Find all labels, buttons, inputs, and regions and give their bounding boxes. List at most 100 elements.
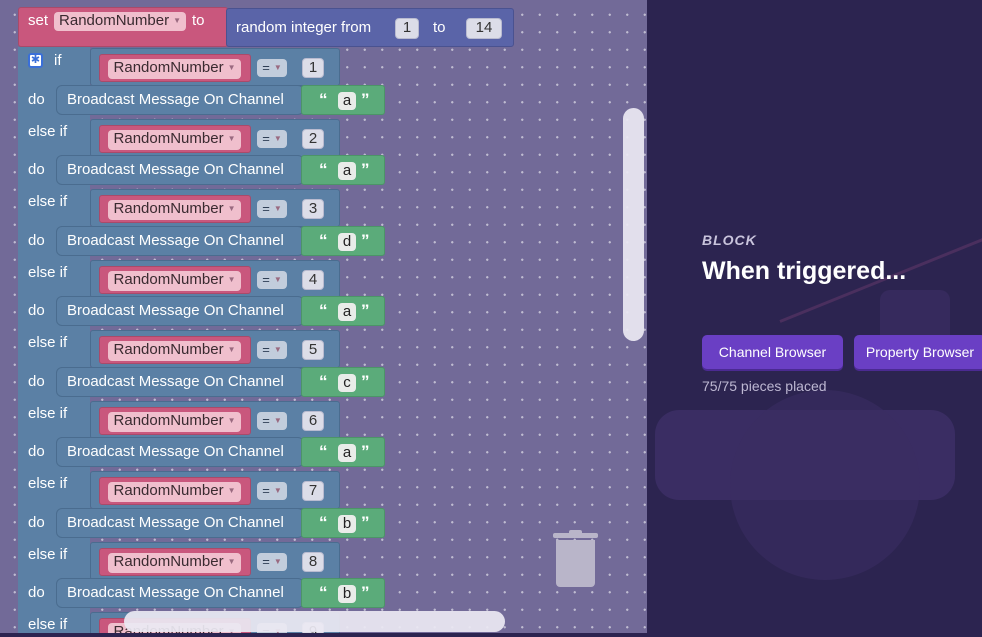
block-workspace[interactable]: set RandomNumber ▼ to random integer from 1 to… <box>0 0 647 633</box>
compare-block[interactable]: RandomNumber ▼ = ▼ 8 <box>90 542 340 580</box>
compare-value-field[interactable]: 1 <box>302 58 324 78</box>
dropdown-arrow-icon: ▼ <box>273 275 282 284</box>
variable-dropdown[interactable]: RandomNumber▼ <box>108 130 241 150</box>
text-block[interactable]: “ b ” <box>301 508 385 538</box>
dropdown-arrow-icon: ▼ <box>273 134 282 143</box>
vertical-scrollbar[interactable] <box>623 108 644 341</box>
text-value-field[interactable]: a <box>338 162 356 180</box>
else-if-label: else if <box>28 193 68 210</box>
do-label: do <box>28 302 45 319</box>
variable-dropdown[interactable]: RandomNumber▼ <box>108 553 241 573</box>
operator-symbol: = <box>262 483 270 498</box>
operator-dropdown[interactable]: =▼ <box>257 341 287 359</box>
variable-dropdown[interactable]: RandomNumber▼ <box>108 341 241 361</box>
compare-value-field[interactable]: 3 <box>302 199 324 219</box>
broadcast-block[interactable]: Broadcast Message On Channel <box>56 508 304 538</box>
text-value-field[interactable]: d <box>338 233 356 251</box>
text-block[interactable]: “ a ” <box>301 437 385 467</box>
compare-value-field[interactable]: 4 <box>302 270 324 290</box>
operator-dropdown[interactable]: =▼ <box>257 271 287 289</box>
set-variable-block[interactable]: set RandomNumber ▼ to <box>18 7 228 47</box>
else-if-label: else if <box>28 616 68 633</box>
operator-dropdown[interactable]: =▼ <box>257 200 287 218</box>
variable-block[interactable]: RandomNumber▼ <box>99 195 251 223</box>
close-quote-icon: ” <box>361 372 370 391</box>
variable-block[interactable]: RandomNumber▼ <box>99 407 251 435</box>
variable-dropdown[interactable]: RandomNumber▼ <box>108 271 241 291</box>
random-from-field[interactable]: 1 <box>395 18 419 39</box>
compare-value-field[interactable]: 5 <box>302 340 324 360</box>
compare-block[interactable]: RandomNumber ▼ = ▼ 4 <box>90 260 340 298</box>
dropdown-arrow-icon: ▼ <box>273 557 282 566</box>
text-value-field[interactable]: a <box>338 303 356 321</box>
variable-dropdown[interactable]: RandomNumber▼ <box>108 412 241 432</box>
operator-symbol: = <box>262 342 270 357</box>
variable-block[interactable]: RandomNumber▼ <box>99 548 251 576</box>
compare-value-field[interactable]: 8 <box>302 552 324 572</box>
dropdown-arrow-icon: ▼ <box>273 204 282 213</box>
broadcast-label: Broadcast Message On Channel <box>67 302 284 319</box>
compare-block[interactable]: RandomNumber ▼ = ▼ 3 <box>90 189 340 227</box>
variable-block[interactable]: RandomNumber▼ <box>99 125 251 153</box>
gear-icon[interactable]: ✱ <box>28 53 43 68</box>
panel-kicker: BLOCK <box>702 232 757 248</box>
variable-dropdown[interactable]: RandomNumber▼ <box>108 200 241 220</box>
compare-block[interactable]: RandomNumber ▼ = ▼ 1 <box>90 48 340 86</box>
random-label: random integer from <box>236 19 372 36</box>
compare-block[interactable]: RandomNumber ▼ = ▼ 6 <box>90 401 340 439</box>
dropdown-arrow-icon: ▼ <box>273 416 282 425</box>
text-block[interactable]: “ a ” <box>301 296 385 326</box>
variable-block[interactable]: RandomNumber▼ <box>99 266 251 294</box>
broadcast-label: Broadcast Message On Channel <box>67 514 284 531</box>
broadcast-block[interactable]: Broadcast Message On Channel <box>56 226 304 256</box>
variable-name: RandomNumber <box>113 412 224 429</box>
dropdown-arrow-icon: ▼ <box>173 16 181 25</box>
text-block[interactable]: “ d ” <box>301 226 385 256</box>
operator-dropdown[interactable]: =▼ <box>257 59 287 77</box>
text-value-field[interactable]: a <box>338 92 356 110</box>
text-value-field[interactable]: b <box>338 585 356 603</box>
operator-dropdown[interactable]: =▼ <box>257 482 287 500</box>
compare-block[interactable]: RandomNumber ▼ = ▼ 5 <box>90 330 340 368</box>
text-value-field[interactable]: a <box>338 444 356 462</box>
horizontal-scrollbar[interactable] <box>124 611 505 632</box>
variable-dropdown[interactable]: RandomNumber▼ <box>108 59 241 79</box>
broadcast-block[interactable]: Broadcast Message On Channel <box>56 296 304 326</box>
broadcast-block[interactable]: Broadcast Message On Channel <box>56 155 304 185</box>
operator-symbol: = <box>262 413 270 428</box>
variable-block[interactable]: RandomNumber▼ <box>99 54 251 82</box>
broadcast-block[interactable]: Broadcast Message On Channel <box>56 367 304 397</box>
random-to-field[interactable]: 14 <box>466 18 502 39</box>
compare-value-field[interactable]: 7 <box>302 481 324 501</box>
else-if-label: else if <box>28 123 68 140</box>
property-browser-button[interactable]: Property Browser <box>854 335 982 369</box>
operator-symbol: = <box>262 201 270 216</box>
compare-block[interactable]: RandomNumber ▼ = ▼ 7 <box>90 471 340 509</box>
broadcast-block[interactable]: Broadcast Message On Channel <box>56 437 304 467</box>
variable-block[interactable]: RandomNumber▼ <box>99 477 251 505</box>
text-block[interactable]: “ a ” <box>301 85 385 115</box>
operator-dropdown[interactable]: =▼ <box>257 553 287 571</box>
variable-dropdown[interactable]: RandomNumber▼ <box>54 12 186 31</box>
operator-symbol: = <box>262 60 270 75</box>
compare-value-field[interactable]: 6 <box>302 411 324 431</box>
broadcast-block[interactable]: Broadcast Message On Channel <box>56 578 304 608</box>
text-block[interactable]: “ c ” <box>301 367 385 397</box>
operator-dropdown[interactable]: =▼ <box>257 130 287 148</box>
text-block[interactable]: “ a ” <box>301 155 385 185</box>
text-value-field[interactable]: c <box>338 374 356 392</box>
random-integer-block[interactable]: random integer from 1 to 14 <box>226 8 514 47</box>
variable-dropdown[interactable]: RandomNumber▼ <box>108 482 241 502</box>
text-block[interactable]: “ b ” <box>301 578 385 608</box>
text-value-field[interactable]: b <box>338 515 356 533</box>
open-quote-icon: “ <box>319 442 328 461</box>
variable-block[interactable]: RandomNumber▼ <box>99 336 251 364</box>
trash-icon[interactable] <box>553 530 598 588</box>
do-label: do <box>28 161 45 178</box>
operator-dropdown[interactable]: =▼ <box>257 412 287 430</box>
if-label: if <box>54 52 62 69</box>
compare-block[interactable]: RandomNumber ▼ = ▼ 2 <box>90 119 340 157</box>
broadcast-block[interactable]: Broadcast Message On Channel <box>56 85 304 115</box>
compare-value-field[interactable]: 2 <box>302 129 324 149</box>
channel-browser-button[interactable]: Channel Browser <box>702 335 843 369</box>
